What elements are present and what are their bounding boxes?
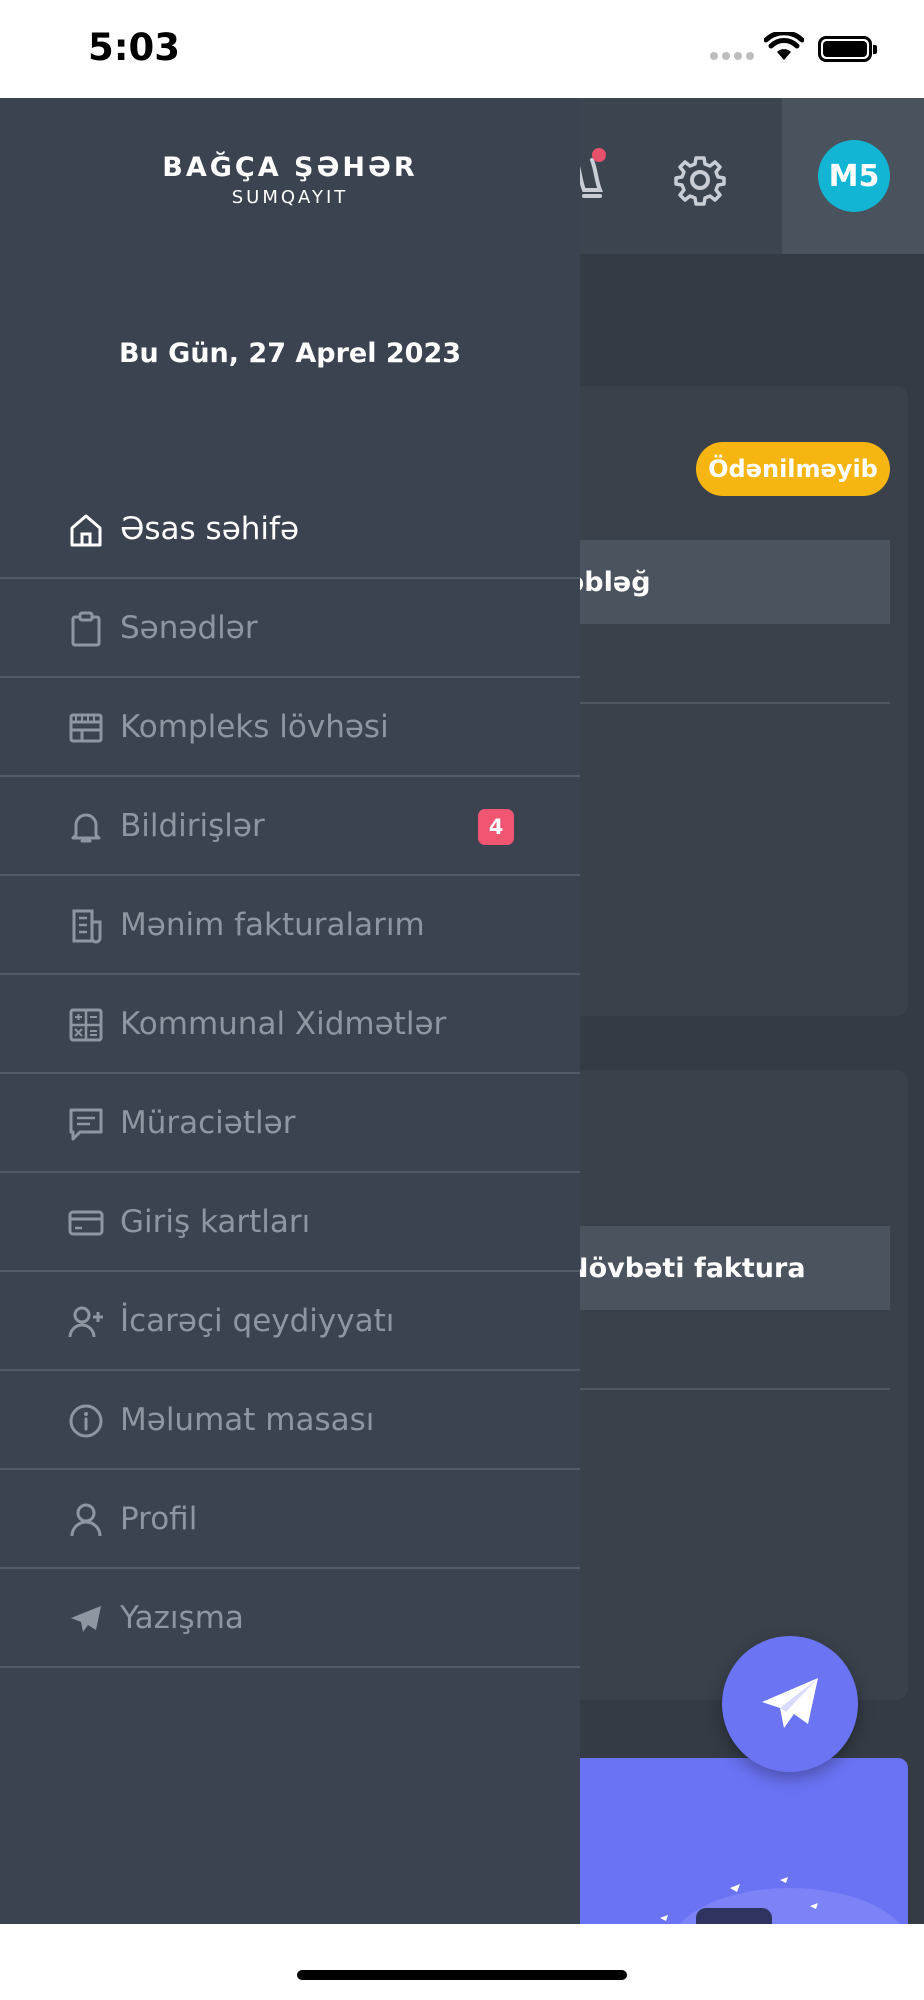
- logo-subtitle: SUMQAYIT: [231, 187, 349, 208]
- today-date: Bu Gün, 27 Aprel 2023: [118, 338, 462, 369]
- settings-gear-icon[interactable]: [674, 154, 726, 206]
- navigation-drawer: BAĞÇA ŞƏHƏR SUMQAYIT Bu Gün, 27 Aprel 20…: [0, 98, 580, 1924]
- menu-item-label: Sənədlər: [120, 609, 258, 646]
- notifications-count-badge: 4: [478, 809, 514, 845]
- card-row: lı: [560, 624, 890, 704]
- unpaid-status-badge: Ödənilməyib: [696, 442, 890, 496]
- menu-item-utilities[interactable]: Kommunal Xidmətlər: [0, 975, 580, 1074]
- notification-dot: [592, 148, 606, 162]
- menu-item-access-cards[interactable]: Giriş kartları: [0, 1173, 580, 1272]
- promo-illustration: [660, 1877, 900, 1924]
- bell-icon: [71, 813, 101, 843]
- board-icon: [69, 713, 103, 743]
- menu-item-label: Yazışma: [120, 1599, 244, 1636]
- message-icon: [69, 1108, 103, 1141]
- menu-item-label: Mənim fakturalarım: [120, 906, 425, 943]
- menu-item-documents[interactable]: Sənədlər: [0, 579, 580, 678]
- menu-item-label: Məlumat masası: [120, 1401, 375, 1438]
- menu-item-label: Kompleks lövhəsi: [120, 708, 389, 745]
- menu-item-messaging[interactable]: Yazışma: [0, 1569, 580, 1668]
- signal-dots-icon: [710, 52, 754, 60]
- clipboard-icon: [71, 611, 101, 647]
- menu-item-label: Bildirişlər: [120, 807, 265, 844]
- invoice-icon: [72, 909, 102, 944]
- drawer-menu: Əsas səhifə Sənədlər Kompleks lövhəsi Bi…: [0, 480, 580, 1668]
- menu-item-notifications[interactable]: Bildirişlər 4: [0, 777, 580, 876]
- menu-item-label: Profil: [120, 1500, 198, 1537]
- calculator-icon: [69, 1008, 103, 1042]
- card-header-next-invoice: Növbəti faktura: [560, 1226, 890, 1310]
- card-row: lı: [560, 1310, 890, 1390]
- home-icon: [70, 514, 102, 547]
- menu-item-my-invoices[interactable]: Mənim fakturalarım: [0, 876, 580, 975]
- paper-plane-icon: [762, 1678, 818, 1728]
- card-icon: [68, 1210, 104, 1236]
- user-avatar[interactable]: M5: [818, 140, 890, 212]
- logo-title: BAĞÇA ŞƏHƏR: [162, 152, 418, 183]
- menu-item-profile[interactable]: Profil: [0, 1470, 580, 1569]
- send-message-fab[interactable]: [722, 1636, 858, 1772]
- menu-item-label: Kommunal Xidmətlər: [120, 1005, 447, 1042]
- user-icon: [70, 1503, 102, 1537]
- status-bar: 5:03: [0, 0, 924, 98]
- brand-logo: BAĞÇA ŞƏHƏR SUMQAYIT: [0, 152, 580, 208]
- send-icon: [71, 1606, 101, 1632]
- menu-item-label: İcarəçi qeydiyyatı: [120, 1302, 395, 1339]
- menu-item-complex-board[interactable]: Kompleks lövhəsi: [0, 678, 580, 777]
- menu-item-label: Müraciətlər: [120, 1104, 296, 1141]
- menu-item-home[interactable]: Əsas səhifə: [0, 480, 580, 579]
- user-plus-icon: [68, 1306, 103, 1338]
- home-indicator[interactable]: [297, 1970, 627, 1980]
- menu-item-label: Əsas səhifə: [120, 510, 300, 547]
- battery-icon: [818, 36, 877, 62]
- wifi-icon: [764, 32, 804, 60]
- info-icon: [69, 1404, 103, 1438]
- menu-item-label: Giriş kartları: [120, 1203, 311, 1240]
- menu-item-tenant-registration[interactable]: İcarəçi qeydiyyatı: [0, 1272, 580, 1371]
- home-indicator-area: [0, 1924, 924, 2000]
- menu-item-requests[interactable]: Müraciətlər: [0, 1074, 580, 1173]
- card-header-amount: əbləğ: [560, 540, 890, 624]
- promo-banner: [560, 1758, 908, 1924]
- status-time: 5:03: [88, 26, 181, 69]
- menu-item-info-desk[interactable]: Məlumat masası: [0, 1371, 580, 1470]
